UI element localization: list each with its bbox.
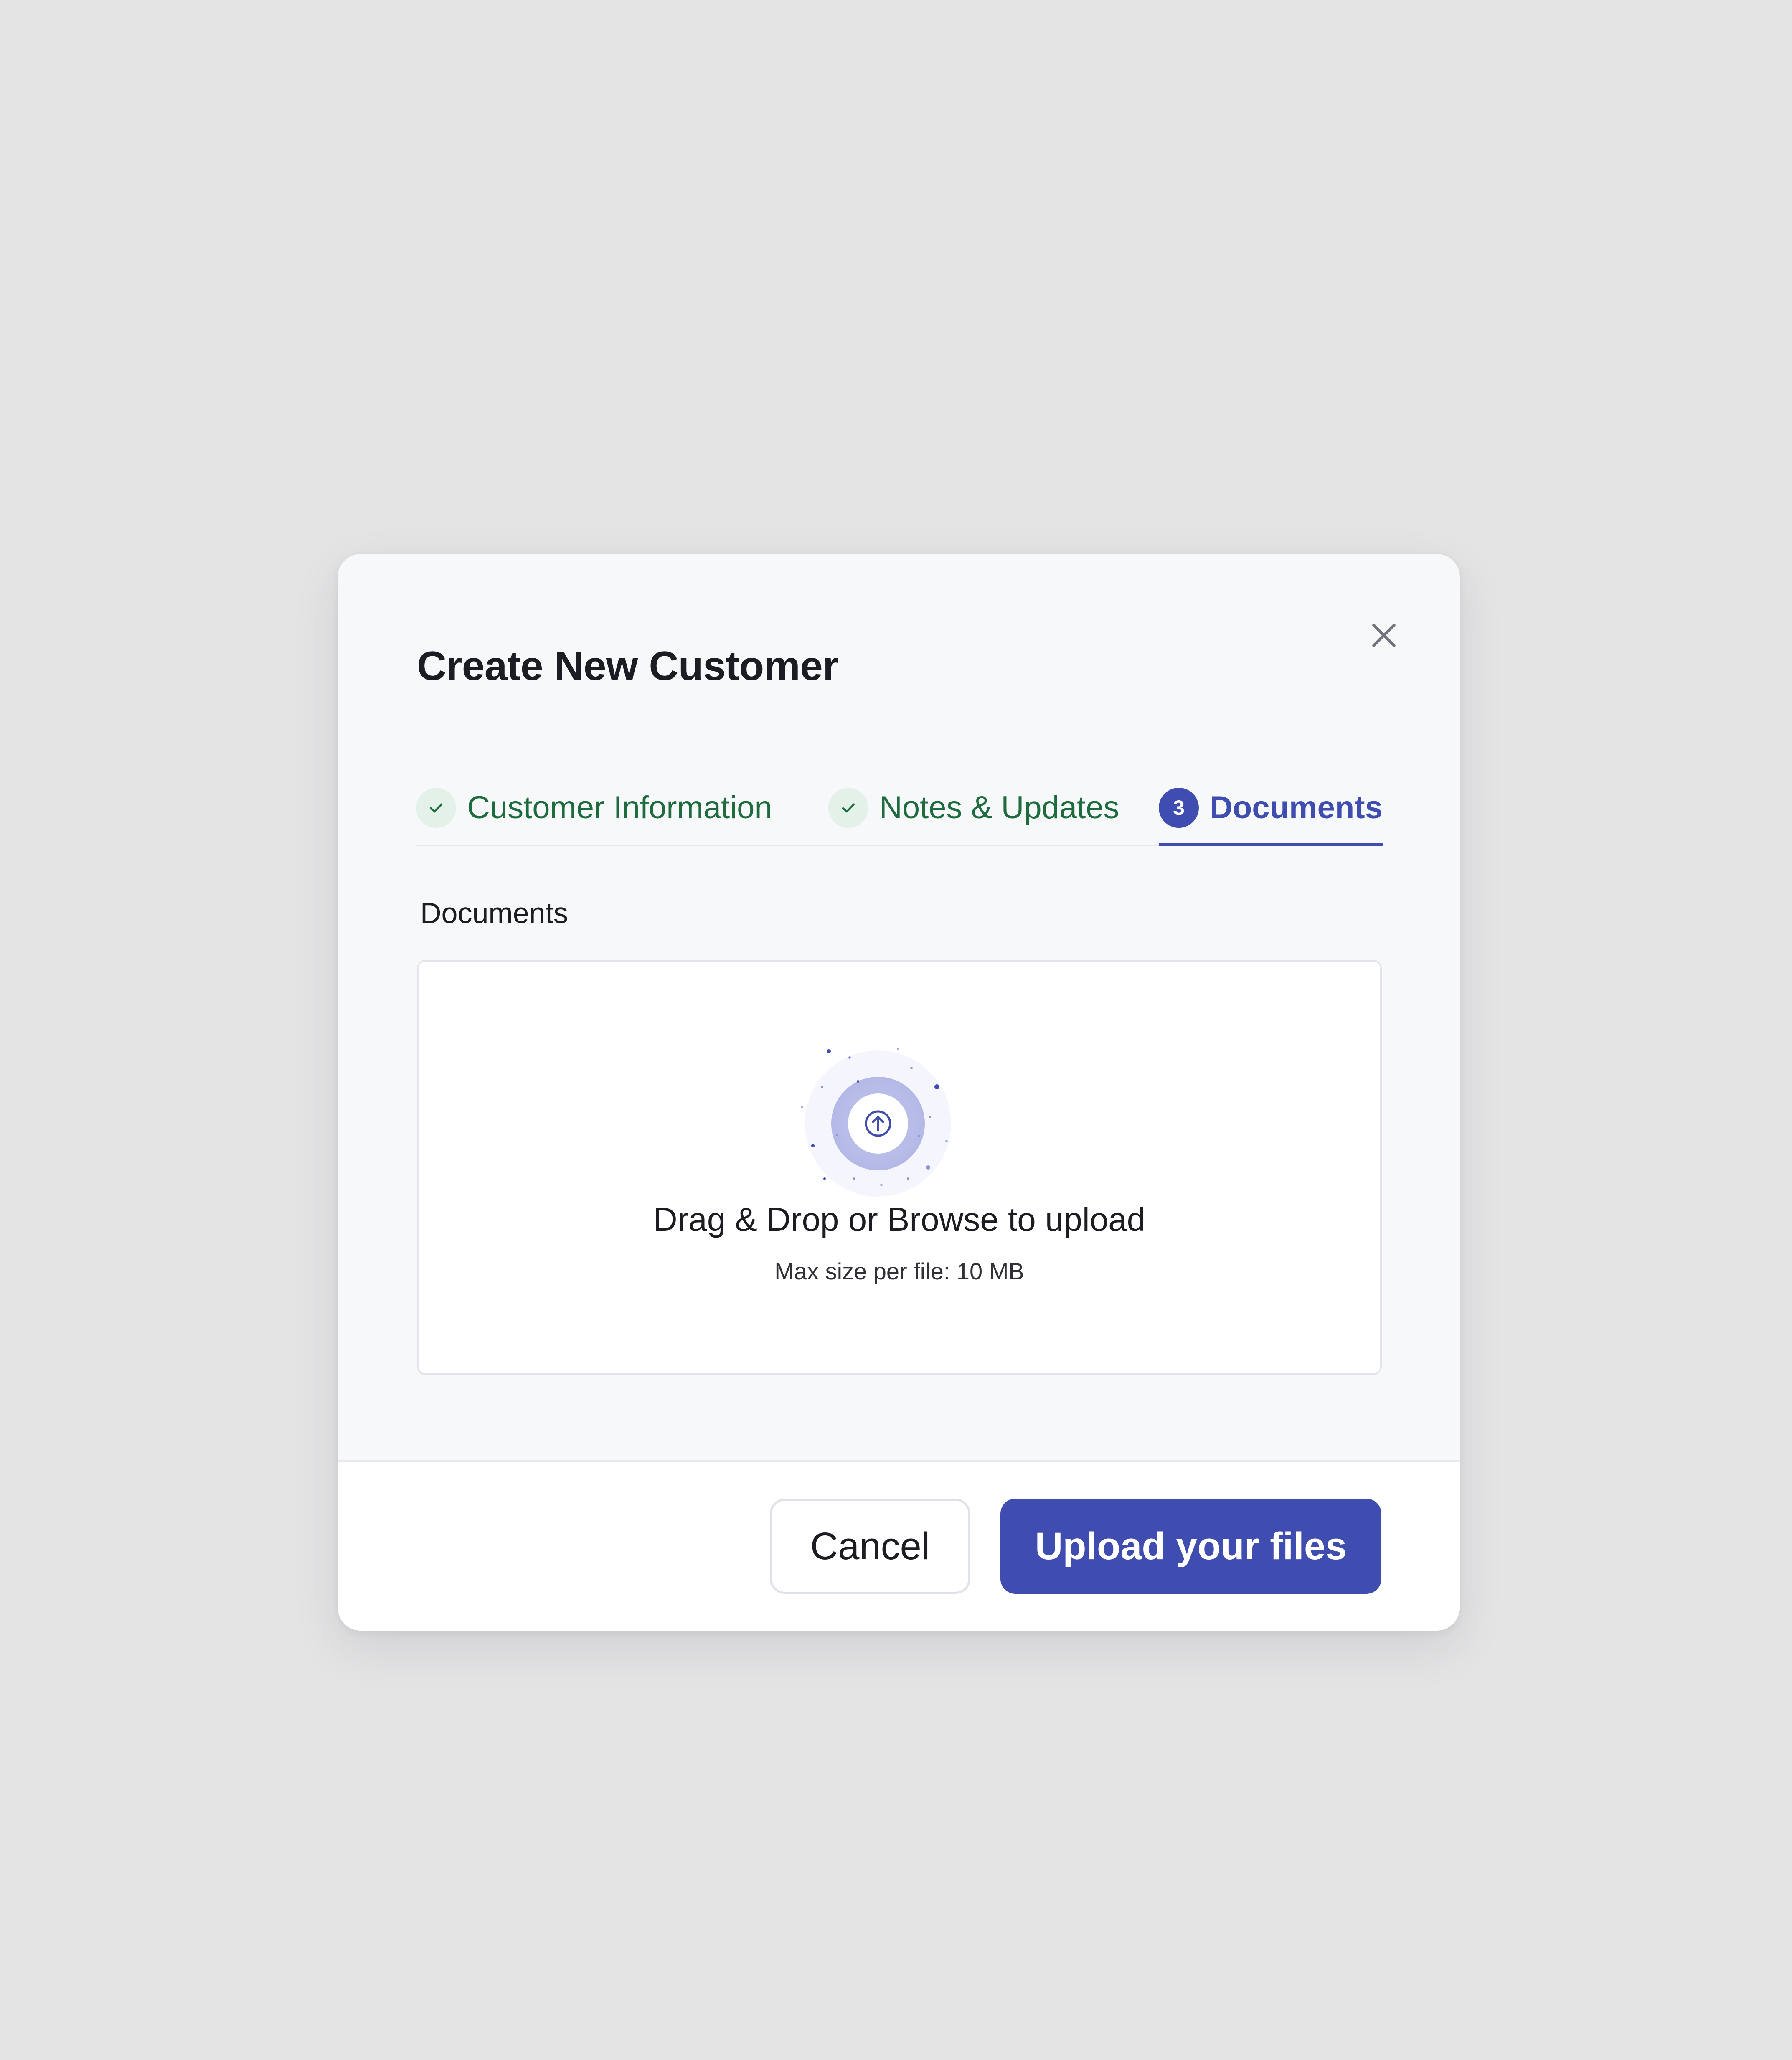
stepper: Customer Information Notes & Updates 3 D… xyxy=(416,771,1383,846)
create-customer-modal: Create New Customer Customer Information xyxy=(338,554,1460,1631)
step-label: Documents xyxy=(1210,790,1383,825)
dropzone-size-hint: Max size per file: 10 MB xyxy=(774,1258,1024,1284)
check-icon xyxy=(416,788,456,828)
step-notes-updates[interactable]: Notes & Updates xyxy=(828,771,1119,845)
step-documents[interactable]: 3 Documents xyxy=(1159,771,1383,846)
modal-footer: Cancel Upload your files xyxy=(338,1460,1460,1631)
documents-section-label: Documents xyxy=(420,897,569,929)
step-label: Notes & Updates xyxy=(879,790,1119,825)
close-button[interactable] xyxy=(1357,608,1411,662)
step-label: Customer Information xyxy=(467,790,772,825)
upload-arrow-icon xyxy=(801,1048,951,1197)
step-number-badge: 3 xyxy=(1159,788,1199,828)
dropzone-title: Drag & Drop or Browse to upload xyxy=(653,1201,1146,1238)
check-icon xyxy=(828,788,868,828)
file-dropzone[interactable]: Drag & Drop or Browse to upload Max size… xyxy=(417,960,1382,1375)
step-customer-information[interactable]: Customer Information xyxy=(416,771,772,845)
upload-files-button[interactable]: Upload your files xyxy=(1000,1499,1381,1594)
close-icon xyxy=(1372,624,1396,647)
modal-title: Create New Customer xyxy=(417,643,838,689)
modal-body: Create New Customer Customer Information xyxy=(338,554,1460,1460)
cancel-button[interactable]: Cancel xyxy=(770,1499,970,1594)
